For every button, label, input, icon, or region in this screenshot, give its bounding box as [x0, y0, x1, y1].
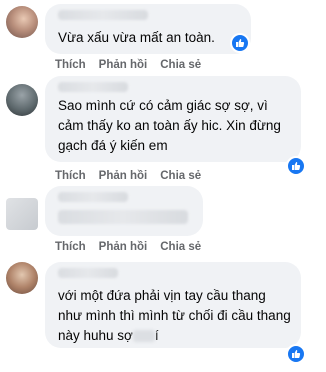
like-link[interactable]: Thích — [55, 59, 86, 71]
author-name-blurred[interactable] — [58, 82, 128, 92]
thumbs-up-icon — [292, 350, 301, 358]
comment-bubble: Vừa xấu vừa mất an toàn. — [45, 4, 251, 54]
like-link[interactable]: Thích — [55, 241, 86, 253]
comment-actions: Thích Phản hồi Chia sẻ — [55, 59, 214, 71]
like-reaction-badge[interactable] — [286, 156, 306, 176]
author-name-blurred[interactable] — [58, 268, 118, 278]
comment-text: Sao mình cứ có cảm giác sợ sợ, vì cảm th… — [58, 98, 281, 153]
reply-link[interactable]: Phản hồi — [99, 241, 148, 253]
avatar[interactable] — [6, 84, 38, 116]
avatar[interactable] — [6, 198, 38, 230]
comment-text-blurred — [58, 210, 188, 224]
avatar[interactable] — [6, 6, 38, 38]
thumbs-up-icon — [292, 162, 301, 170]
comment-bubble: Sao mình cứ có cảm giác sợ sợ, vì cảm th… — [45, 76, 301, 162]
comment-text: Vừa xấu vừa mất an toàn. — [58, 30, 215, 45]
blurred-word — [132, 330, 155, 343]
comment-text: với một đứa phải vịn tay cầu thang như m… — [58, 288, 291, 343]
reply-link[interactable]: Phản hồi — [99, 170, 148, 182]
avatar[interactable] — [6, 262, 38, 294]
comment-bubble: với một đứa phải vịn tay cầu thang như m… — [45, 262, 301, 348]
reply-link[interactable]: Phản hồi — [99, 59, 148, 71]
comment-actions: Thích Phản hồi Chia sẻ — [55, 170, 214, 182]
share-link[interactable]: Chia sẻ — [160, 59, 201, 71]
share-link[interactable]: Chia sẻ — [160, 170, 201, 182]
like-reaction-badge[interactable] — [286, 344, 306, 364]
comment-actions: Thích Phản hồi Chia sẻ — [55, 241, 214, 253]
share-link[interactable]: Chia sẻ — [160, 241, 201, 253]
author-name-blurred[interactable] — [58, 10, 148, 20]
like-link[interactable]: Thích — [55, 170, 86, 182]
author-name-blurred[interactable] — [58, 192, 128, 202]
thumbs-up-icon — [236, 39, 245, 47]
comment-bubble-blurred — [45, 186, 203, 236]
like-reaction-badge[interactable] — [230, 33, 250, 53]
